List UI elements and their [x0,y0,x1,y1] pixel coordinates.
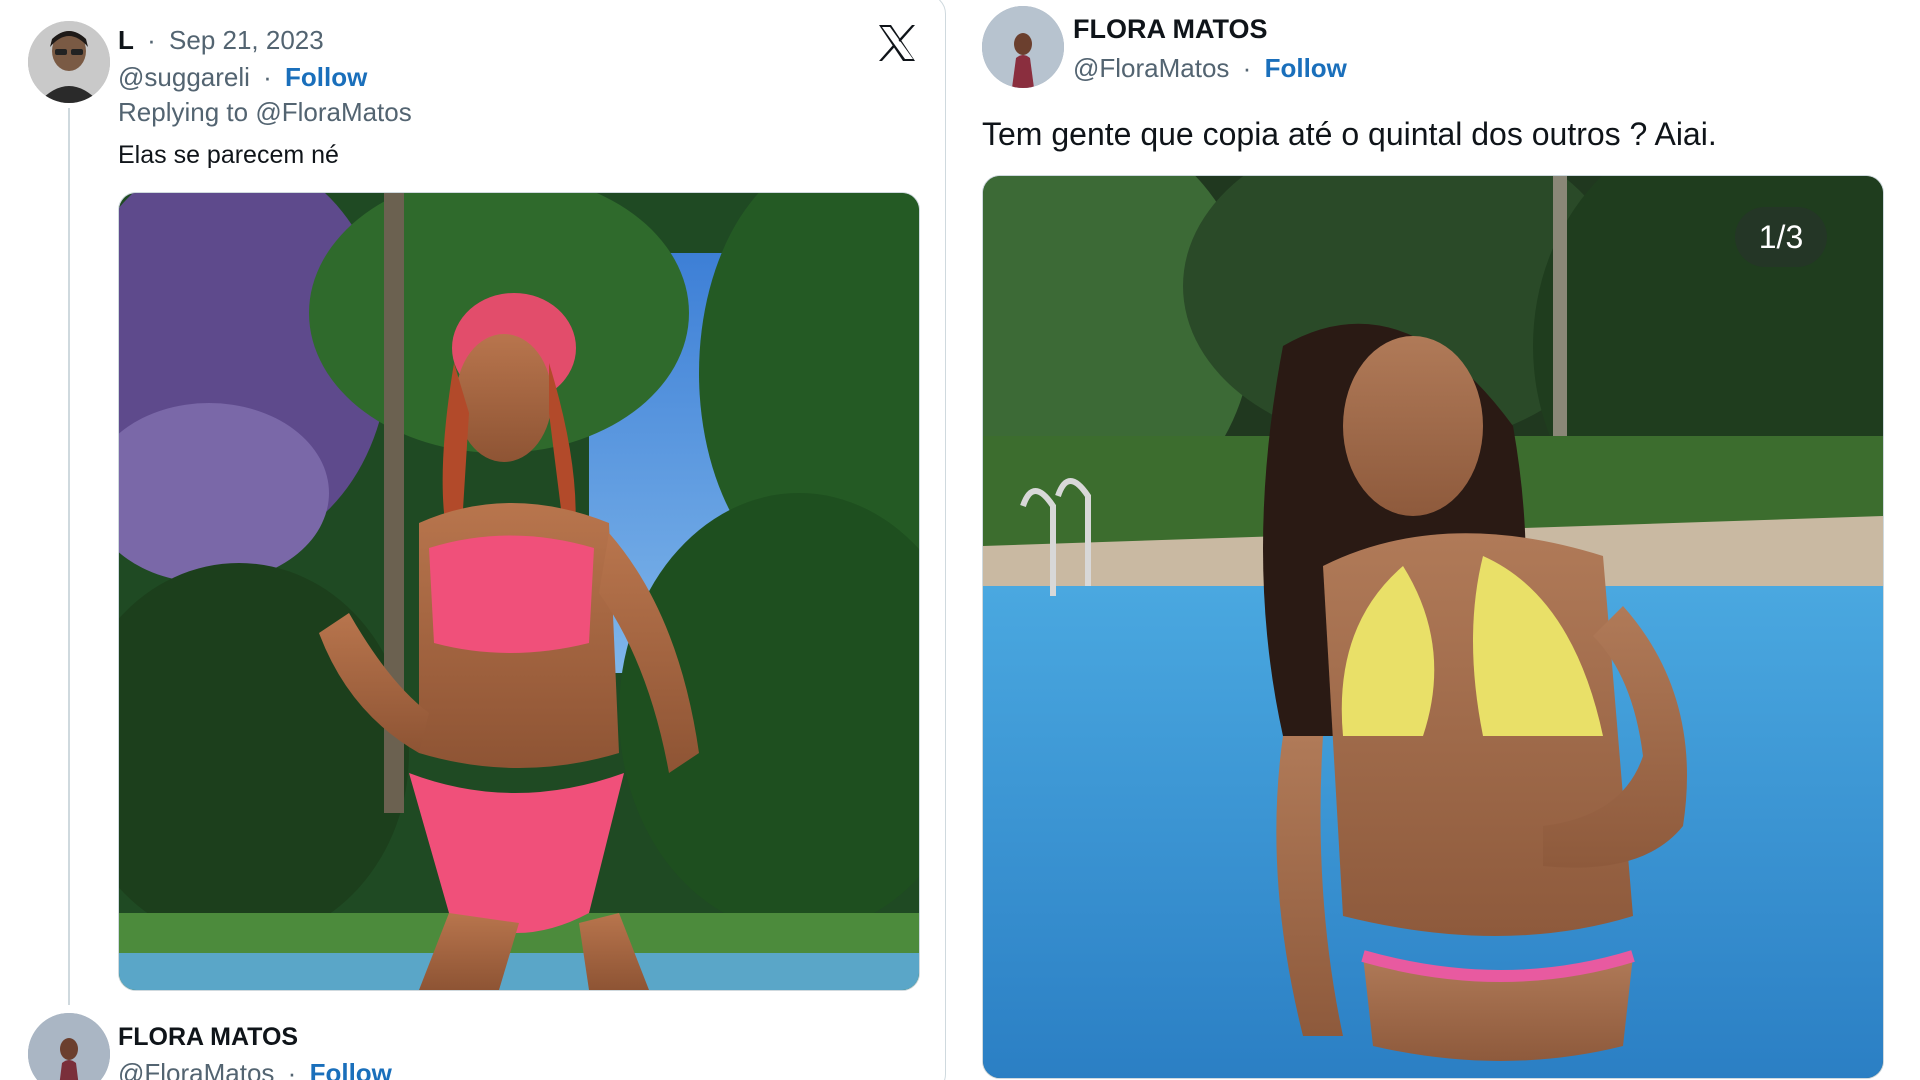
original-tweet-text: Tem gente que copia até o quintal dos ou… [982,116,1717,152]
thread-next-author-name[interactable]: FLORA MATOS [118,1021,298,1053]
reply-tweet-image[interactable] [118,192,920,991]
tweet-date[interactable]: Sep 21, 2023 [169,25,324,55]
thread-line [68,108,70,1005]
replying-to-handle[interactable]: @FloraMatos [255,97,411,127]
author-handle[interactable]: @FloraMatos [1073,53,1229,83]
replying-to: Replying to @FloraMatos [118,96,412,128]
original-tweet-image[interactable] [982,175,1884,1079]
author-handle[interactable]: @suggareli [118,62,250,92]
original-author-name[interactable]: FLORA MATOS [1073,12,1267,46]
author-name[interactable]: L [118,25,134,55]
reply-tweet-text: Elas se parecem né [118,141,339,169]
media-counter-badge: 1/3 [1735,207,1827,267]
author-handle[interactable]: @FloraMatos [118,1058,274,1080]
replying-to-label: Replying to [118,97,249,127]
reply-header-line1: L · Sep 21, 2023 [118,25,324,55]
x-logo-icon[interactable] [876,22,918,64]
avatar[interactable] [28,21,110,103]
thread-next-handle-line: @FloraMatos · Follow [118,1057,392,1080]
follow-button[interactable]: Follow [1265,53,1347,83]
reply-header-line2: @suggareli · Follow [118,62,368,92]
screenshot-composite: L · Sep 21, 2023 @suggareli · Follow Rep… [0,0,1920,1080]
follow-button[interactable]: Follow [285,62,367,92]
avatar[interactable] [982,6,1064,88]
follow-button[interactable]: Follow [310,1058,392,1080]
original-handle-line: @FloraMatos · Follow [1073,53,1347,83]
